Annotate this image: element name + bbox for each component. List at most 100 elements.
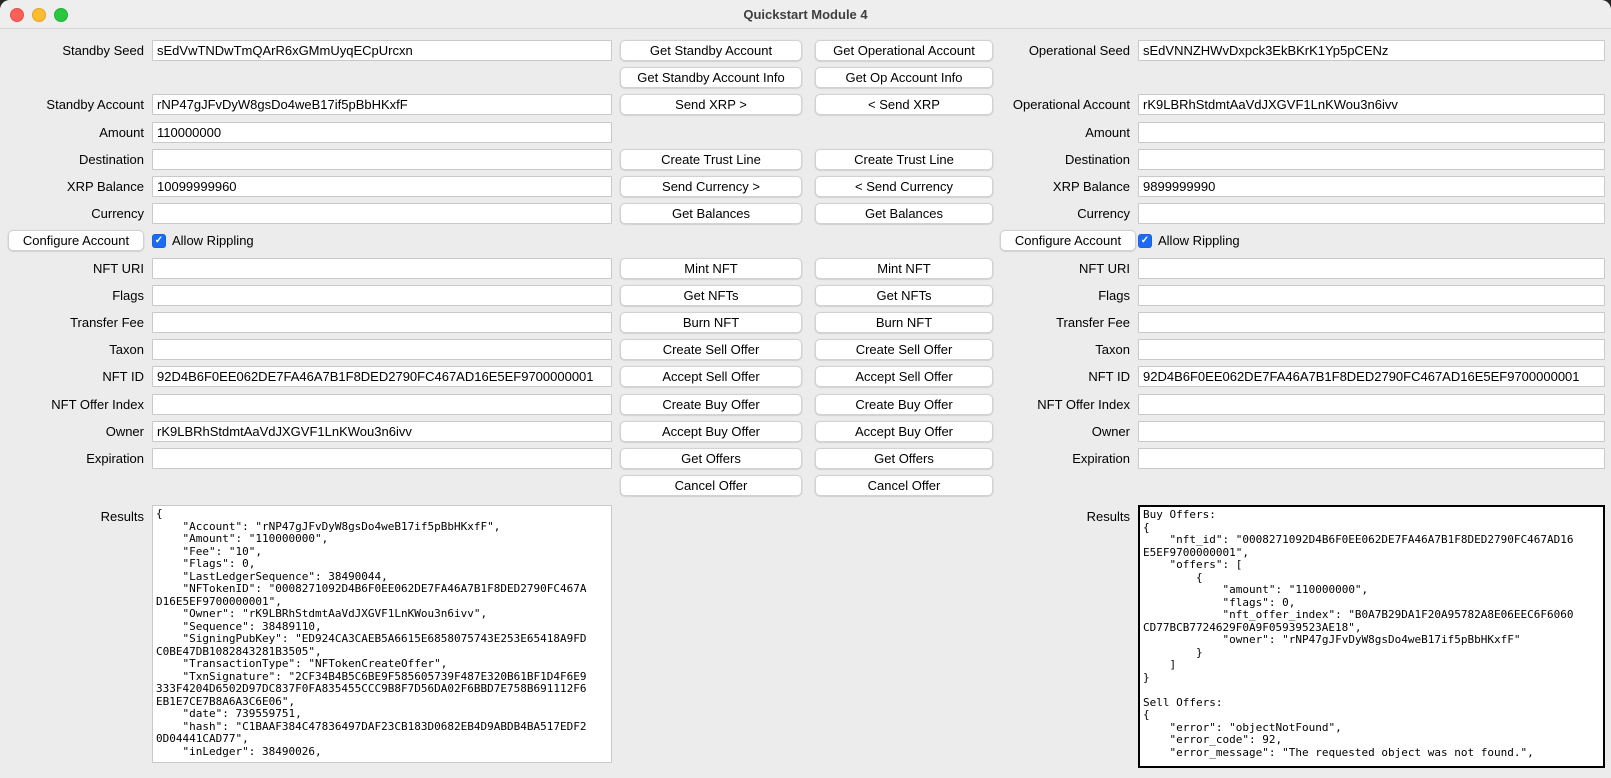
standby-owner-label: Owner [6, 424, 152, 439]
standby-nft-id-input[interactable] [152, 366, 612, 387]
operational-results-output[interactable]: Buy Offers: { "nft_id": "0008271092D4B6F… [1138, 505, 1605, 768]
operational-expiration-input[interactable] [1138, 448, 1605, 469]
operational-nft-uri-input[interactable] [1138, 258, 1605, 279]
operational-taxon-input[interactable] [1138, 339, 1605, 360]
standby-allow-rippling-checkbox[interactable] [152, 234, 166, 248]
operational-burn-nft-button[interactable]: Burn NFT [815, 312, 993, 333]
standby-account-input[interactable] [152, 94, 612, 115]
zoom-button[interactable] [54, 8, 68, 22]
standby-get-account-button[interactable]: Get Standby Account [620, 40, 802, 61]
standby-expiration-input[interactable] [152, 448, 612, 469]
operational-seed-label: Operational Seed [998, 43, 1138, 58]
standby-accept-sell-offer-button[interactable]: Accept Sell Offer [620, 366, 802, 387]
standby-flags-input[interactable] [152, 285, 612, 306]
operational-owner-label: Owner [998, 424, 1138, 439]
operational-owner-input[interactable] [1138, 421, 1605, 442]
standby-owner-input[interactable] [152, 421, 612, 442]
standby-currency-label: Currency [6, 206, 152, 221]
operational-create-trust-line-button[interactable]: Create Trust Line [815, 149, 993, 170]
standby-nft-id-label: NFT ID [6, 369, 152, 384]
standby-get-nfts-button[interactable]: Get NFTs [620, 285, 802, 306]
operational-allow-rippling-label: Allow Rippling [1158, 233, 1240, 248]
standby-transfer-fee-label: Transfer Fee [6, 315, 152, 330]
standby-create-sell-offer-button[interactable]: Create Sell Offer [620, 339, 802, 360]
standby-xrp-balance-input[interactable] [152, 176, 612, 197]
standby-seed-input[interactable] [152, 40, 612, 61]
operational-nft-uri-label: NFT URI [998, 261, 1138, 276]
operational-destination-input[interactable] [1138, 149, 1605, 170]
standby-account-label: Standby Account [6, 97, 152, 112]
standby-nft-offer-index-label: NFT Offer Index [6, 397, 152, 412]
operational-nft-id-label: NFT ID [998, 369, 1138, 384]
operational-transfer-fee-label: Transfer Fee [998, 315, 1138, 330]
standby-nft-uri-label: NFT URI [6, 261, 152, 276]
window-controls [10, 8, 68, 22]
standby-taxon-label: Taxon [6, 342, 152, 357]
standby-destination-input[interactable] [152, 149, 612, 170]
operational-xrp-balance-input[interactable] [1138, 176, 1605, 197]
standby-burn-nft-button[interactable]: Burn NFT [620, 312, 802, 333]
standby-results-label: Results [6, 505, 152, 524]
operational-nft-offer-index-input[interactable] [1138, 394, 1605, 415]
operational-flags-label: Flags [998, 288, 1138, 303]
operational-create-buy-offer-button[interactable]: Create Buy Offer [815, 394, 993, 415]
standby-flags-label: Flags [6, 288, 152, 303]
operational-cancel-offer-button[interactable]: Cancel Offer [815, 475, 993, 496]
standby-allow-rippling: Allow Rippling [152, 233, 612, 248]
operational-currency-input[interactable] [1138, 203, 1605, 224]
operational-seed-input[interactable] [1138, 40, 1605, 61]
standby-get-offers-button[interactable]: Get Offers [620, 448, 802, 469]
standby-accept-buy-offer-button[interactable]: Accept Buy Offer [620, 421, 802, 442]
operational-get-account-button[interactable]: Get Operational Account [815, 40, 993, 61]
operational-create-sell-offer-button[interactable]: Create Sell Offer [815, 339, 993, 360]
standby-get-account-info-button[interactable]: Get Standby Account Info [620, 67, 802, 88]
standby-send-currency-button[interactable]: Send Currency > [620, 176, 802, 197]
operational-send-xrp-button[interactable]: < Send XRP [815, 94, 993, 115]
standby-amount-input[interactable] [152, 122, 612, 143]
standby-destination-label: Destination [6, 152, 152, 167]
operational-get-nfts-button[interactable]: Get NFTs [815, 285, 993, 306]
operational-allow-rippling-checkbox[interactable] [1138, 234, 1152, 248]
operational-get-account-info-button[interactable]: Get Op Account Info [815, 67, 993, 88]
operational-flags-input[interactable] [1138, 285, 1605, 306]
main-grid: Standby Seed Get Standby Account Get Ope… [0, 29, 1611, 499]
standby-get-balances-button[interactable]: Get Balances [620, 203, 802, 224]
standby-create-buy-offer-button[interactable]: Create Buy Offer [620, 394, 802, 415]
standby-allow-rippling-label: Allow Rippling [172, 233, 254, 248]
standby-nft-uri-input[interactable] [152, 258, 612, 279]
title-bar: Quickstart Module 4 [0, 0, 1611, 29]
standby-xrp-balance-label: XRP Balance [6, 179, 152, 194]
operational-nft-id-input[interactable] [1138, 366, 1605, 387]
standby-taxon-input[interactable] [152, 339, 612, 360]
standby-nft-offer-index-input[interactable] [152, 394, 612, 415]
results-section: Results { "Account": "rNP47gJFvDyW8gsDo4… [0, 499, 1611, 768]
standby-currency-input[interactable] [152, 203, 612, 224]
operational-accept-sell-offer-button[interactable]: Accept Sell Offer [815, 366, 993, 387]
minimize-button[interactable] [32, 8, 46, 22]
operational-send-currency-button[interactable]: < Send Currency [815, 176, 993, 197]
standby-mint-nft-button[interactable]: Mint NFT [620, 258, 802, 279]
window-title: Quickstart Module 4 [743, 7, 867, 22]
close-button[interactable] [10, 8, 24, 22]
operational-transfer-fee-input[interactable] [1138, 312, 1605, 333]
operational-get-offers-button[interactable]: Get Offers [815, 448, 993, 469]
operational-accept-buy-offer-button[interactable]: Accept Buy Offer [815, 421, 993, 442]
operational-xrp-balance-label: XRP Balance [998, 179, 1138, 194]
operational-configure-account-button[interactable]: Configure Account [1000, 230, 1136, 251]
standby-cancel-offer-button[interactable]: Cancel Offer [620, 475, 802, 496]
operational-account-input[interactable] [1138, 94, 1605, 115]
standby-seed-label: Standby Seed [6, 43, 152, 58]
standby-send-xrp-button[interactable]: Send XRP > [620, 94, 802, 115]
standby-amount-label: Amount [6, 125, 152, 140]
operational-amount-label: Amount [998, 125, 1138, 140]
standby-create-trust-line-button[interactable]: Create Trust Line [620, 149, 802, 170]
standby-configure-account-button[interactable]: Configure Account [8, 230, 144, 251]
operational-get-balances-button[interactable]: Get Balances [815, 203, 993, 224]
operational-amount-input[interactable] [1138, 122, 1605, 143]
operational-mint-nft-button[interactable]: Mint NFT [815, 258, 993, 279]
standby-expiration-label: Expiration [6, 451, 152, 466]
operational-expiration-label: Expiration [998, 451, 1138, 466]
standby-transfer-fee-input[interactable] [152, 312, 612, 333]
standby-results-output[interactable]: { "Account": "rNP47gJFvDyW8gsDo4weB17if5… [152, 505, 612, 763]
operational-nft-offer-index-label: NFT Offer Index [998, 397, 1138, 412]
